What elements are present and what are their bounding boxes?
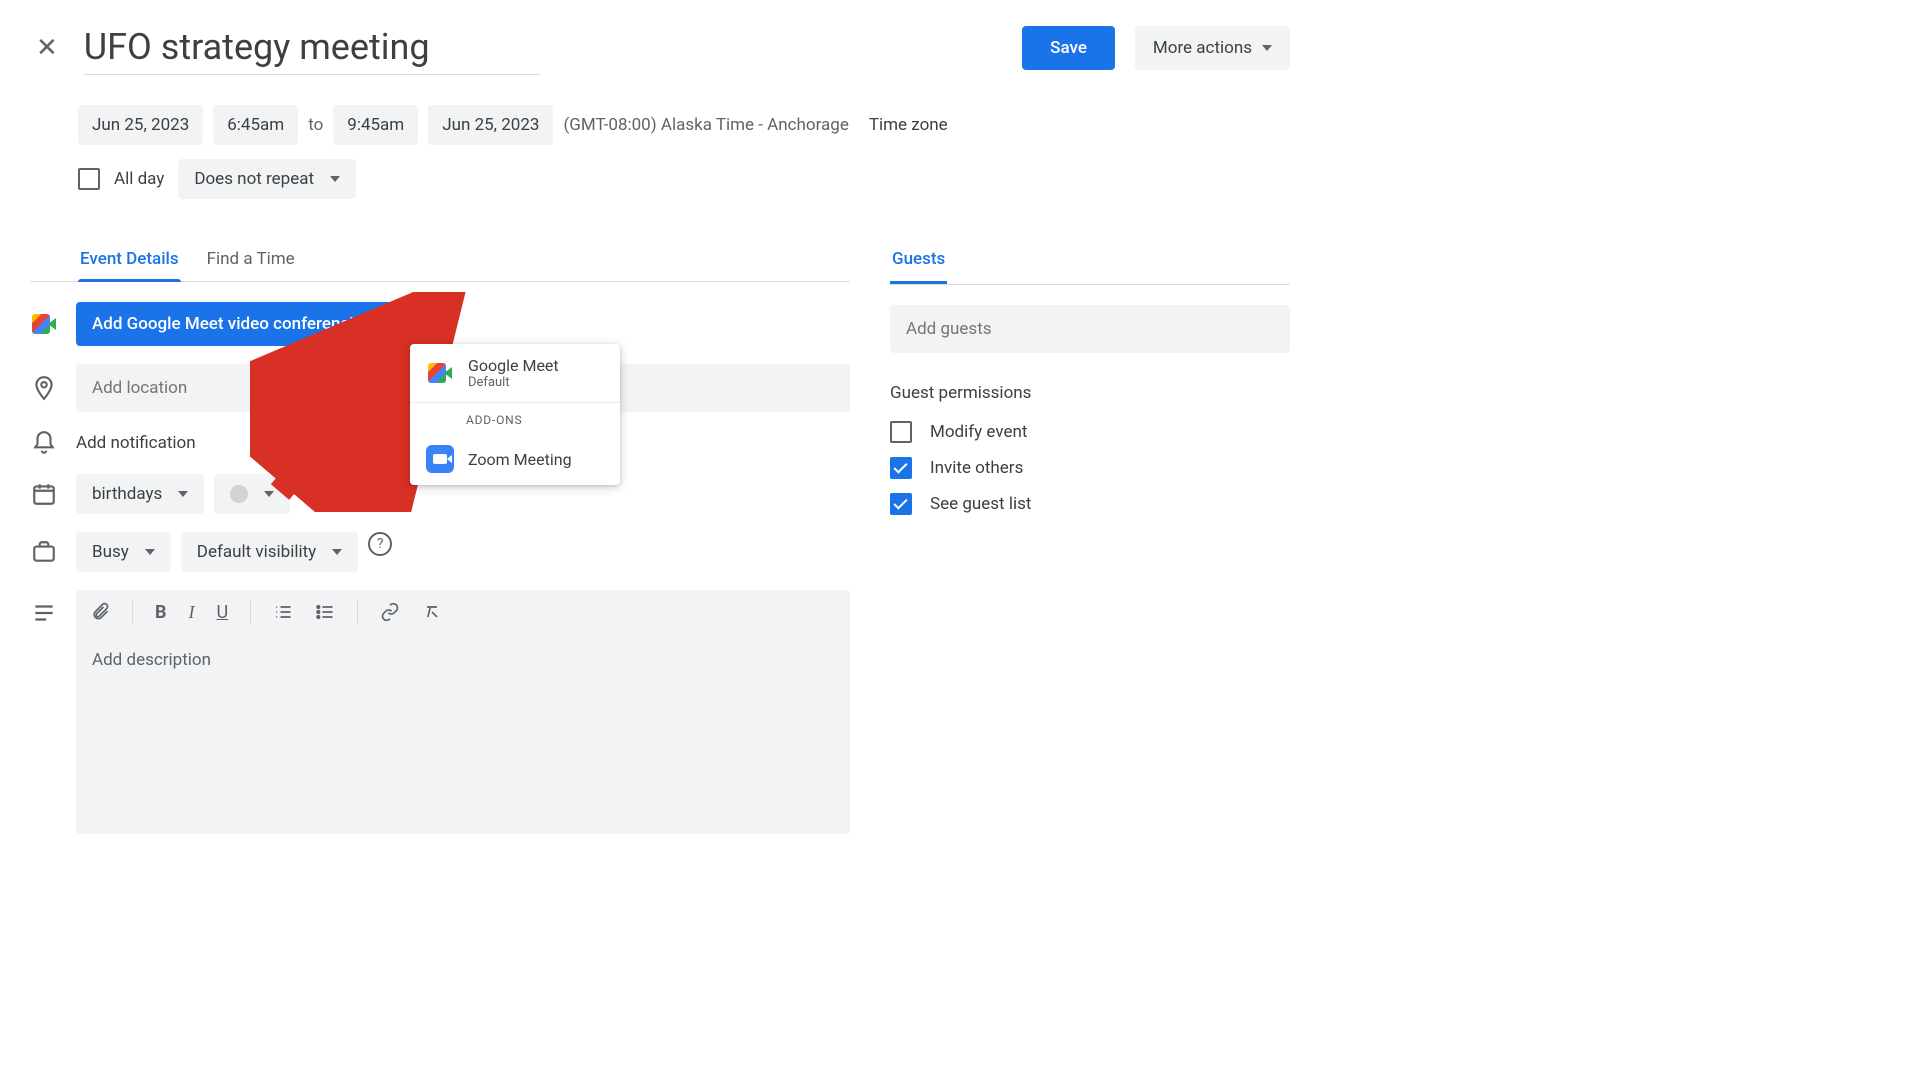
chevron-down-icon [178,491,188,497]
zoom-icon [426,445,454,473]
repeat-label: Does not repeat [194,169,314,189]
end-time-chip[interactable]: 9:45am [333,105,418,145]
tab-find-time[interactable]: Find a Time [205,239,297,281]
modify-event-label: Modify event [930,422,1027,442]
to-label: to [308,115,323,135]
tab-event-details[interactable]: Event Details [78,239,181,281]
zoom-label: Zoom Meeting [468,450,572,469]
start-time-chip[interactable]: 6:45am [213,105,298,145]
underline-icon[interactable]: U [217,602,229,623]
timezone-text: (GMT-08:00) Alaska Time - Anchorage [563,115,848,135]
attachment-icon[interactable] [90,602,110,622]
google-meet-icon [428,363,452,383]
guest-permissions-title: Guest permissions [890,383,1290,403]
availability-dropdown[interactable]: Busy [76,532,171,572]
chevron-down-icon [264,491,274,497]
description-icon [31,600,57,626]
clear-format-icon[interactable] [422,602,442,622]
repeat-dropdown[interactable]: Does not repeat [178,159,356,199]
google-meet-label: Google Meet [468,356,559,375]
chevron-down-icon [145,549,155,555]
description-textarea[interactable]: Add description [76,634,850,834]
link-icon[interactable] [380,602,400,622]
option-zoom[interactable]: Zoom Meeting [410,433,620,485]
help-icon[interactable]: ? [368,532,392,556]
conferencing-options-popup: Google Meet Default ADD-ONS Zoom Meeting [410,344,620,485]
bullet-list-icon[interactable] [315,602,335,622]
start-date-chip[interactable]: Jun 25, 2023 [78,105,203,145]
see-guest-list-label: See guest list [930,494,1031,514]
add-guests-input[interactable] [890,305,1290,353]
video-conferencing-dropdown[interactable] [389,302,426,346]
more-actions-button[interactable]: More actions [1135,26,1290,70]
briefcase-icon [31,539,57,565]
visibility-label: Default visibility [197,542,316,562]
busy-label: Busy [92,542,129,562]
chevron-down-icon [332,549,342,555]
visibility-dropdown[interactable]: Default visibility [181,532,358,572]
allday-label: All day [114,169,164,189]
calendar-icon [31,481,57,507]
chevron-down-icon [1262,45,1272,51]
add-notification-button[interactable]: Add notification [76,433,196,453]
color-swatch [230,485,248,503]
option-google-meet[interactable]: Google Meet Default [410,344,620,402]
allday-checkbox[interactable] [78,168,100,190]
more-actions-label: More actions [1153,38,1252,58]
location-icon [31,375,57,401]
timezone-link[interactable]: Time zone [869,115,948,135]
invite-others-checkbox[interactable] [890,457,912,479]
tab-guests[interactable]: Guests [890,239,947,284]
modify-event-checkbox[interactable] [890,421,912,443]
calendar-name: birthdays [92,484,162,504]
bold-icon[interactable]: B [155,602,167,623]
default-label: Default [468,375,559,390]
save-button[interactable]: Save [1022,26,1115,70]
notification-icon [31,430,57,456]
event-title-input[interactable] [84,20,540,75]
end-date-chip[interactable]: Jun 25, 2023 [428,105,553,145]
close-icon[interactable]: ✕ [30,27,64,69]
description-toolbar: B I U [76,590,850,634]
add-video-conferencing-button[interactable]: Add Google Meet video conferencing [76,302,389,346]
numbered-list-icon[interactable] [273,602,293,622]
chevron-down-icon [404,322,412,327]
calendar-dropdown[interactable]: birthdays [76,474,204,514]
video-icon [32,314,56,334]
see-guest-list-checkbox[interactable] [890,493,912,515]
color-dropdown[interactable] [214,474,290,514]
invite-others-label: Invite others [930,458,1023,478]
chevron-down-icon [330,176,340,182]
addons-header: ADD-ONS [410,402,620,433]
italic-icon[interactable]: I [189,602,195,623]
